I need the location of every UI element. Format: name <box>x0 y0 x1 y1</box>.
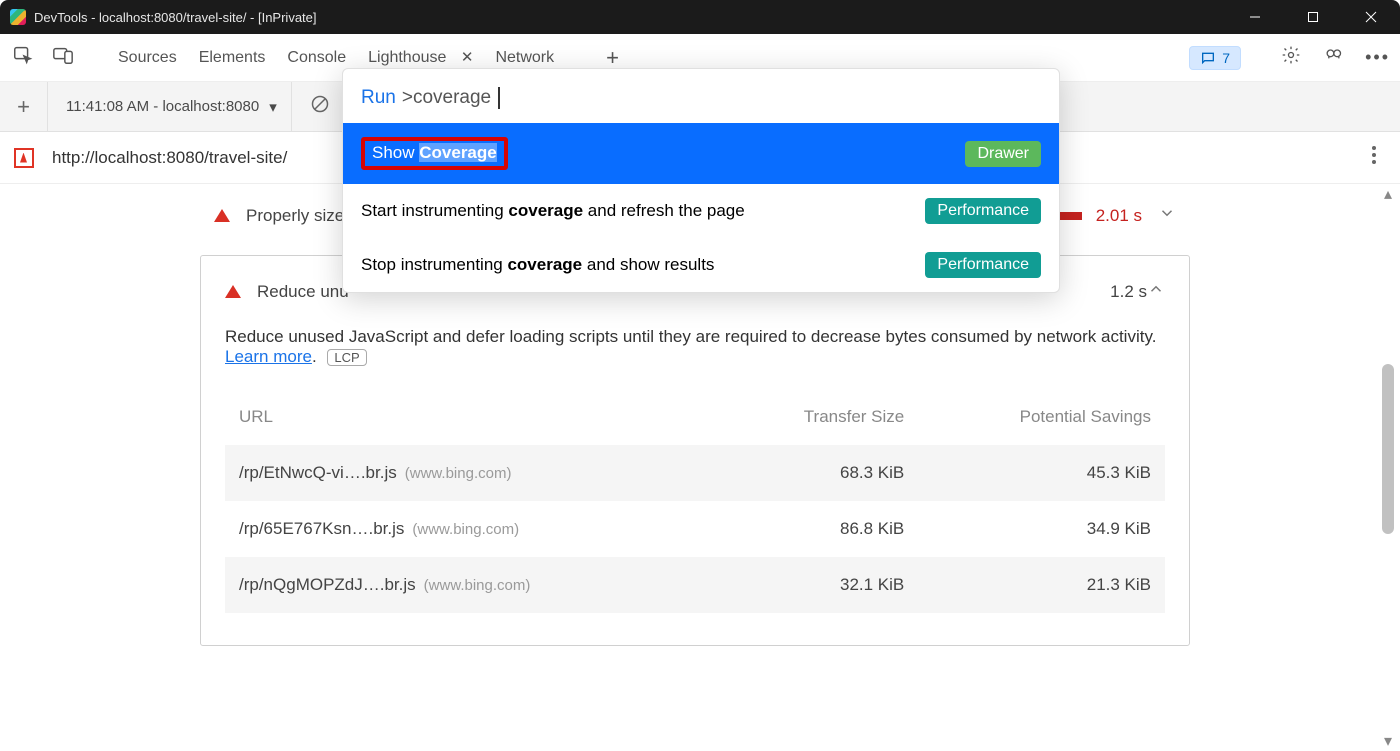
table-row: /rp/EtNwcQ-vi….br.js (www.bing.com) 68.3 … <box>225 445 1165 501</box>
tab-elements[interactable]: Elements <box>197 45 268 71</box>
cell-size: 32.1 KiB <box>719 557 918 613</box>
clear-icon[interactable] <box>310 94 330 119</box>
opt-suffix: and show results <box>582 255 714 274</box>
tab-console[interactable]: Console <box>285 45 348 71</box>
scrollbar[interactable]: ▴ ▾ <box>1380 184 1396 751</box>
opt-highlight: coverage <box>507 255 582 274</box>
audit-description: Reduce unused JavaScript and defer loadi… <box>225 327 1165 367</box>
opt-suffix: and refresh the page <box>583 201 745 220</box>
report-menu-icon[interactable] <box>1370 144 1378 171</box>
fail-triangle-icon <box>214 209 230 222</box>
scroll-thumb[interactable] <box>1382 364 1394 534</box>
report-selector[interactable]: 11:41:08 AM - localhost:8080 ▾ <box>56 82 292 132</box>
audit-value: 2.01 s <box>1096 206 1142 226</box>
issues-badge[interactable]: 7 <box>1189 46 1241 70</box>
more-icon[interactable]: ••• <box>1365 47 1390 68</box>
audit-reduce-js: Reduce unu 1.2 s Reduce unused JavaScrip… <box>200 255 1190 646</box>
performance-badge: Performance <box>925 198 1041 224</box>
drawer-badge: Drawer <box>965 141 1041 167</box>
devtools-app-icon <box>10 9 26 25</box>
highlight-box: Show Coverage <box>361 137 508 170</box>
learn-more-link[interactable]: Learn more <box>225 347 312 366</box>
feedback-icon[interactable] <box>1323 45 1343 70</box>
cell-host: (www.bing.com) <box>424 577 531 594</box>
tab-lighthouse[interactable]: Lighthouse ✕ <box>366 44 475 71</box>
unused-js-table: URL Transfer Size Potential Savings /rp/… <box>225 389 1165 613</box>
command-text: >coverage <box>402 87 491 109</box>
command-menu: Run >coverage Show Coverage Drawer Start… <box>342 68 1060 293</box>
table-row: /rp/nQgMOPZdJ….br.js (www.bing.com) 32.1 … <box>225 557 1165 613</box>
cell-host: (www.bing.com) <box>412 521 519 538</box>
lcp-tag: LCP <box>327 349 366 366</box>
fail-triangle-icon <box>225 285 241 298</box>
tab-network[interactable]: Network <box>493 45 556 71</box>
table-row: /rp/65E767Ksn….br.js (www.bing.com) 86.8 … <box>225 501 1165 557</box>
th-size: Transfer Size <box>719 389 918 445</box>
opt-prefix: Start instrumenting <box>361 201 508 220</box>
report-time: 11:41:08 AM - localhost:8080 <box>66 98 259 115</box>
cell-url: /rp/EtNwcQ-vi….br.js <box>239 463 397 482</box>
scroll-up-icon[interactable]: ▴ <box>1380 186 1396 202</box>
cmd-option-start-coverage[interactable]: Start instrumenting coverage and refresh… <box>343 184 1059 238</box>
cell-savings: 45.3 KiB <box>918 445 1165 501</box>
th-url: URL <box>225 389 719 445</box>
cell-savings: 21.3 KiB <box>918 557 1165 613</box>
audit-title: Properly size <box>246 206 344 226</box>
th-savings: Potential Savings <box>918 389 1165 445</box>
cell-size: 86.8 KiB <box>719 501 918 557</box>
add-tab-icon[interactable]: + <box>606 45 619 71</box>
cell-url: /rp/65E767Ksn….br.js <box>239 519 404 538</box>
run-label: Run <box>361 87 396 109</box>
window-titlebar: DevTools - localhost:8080/travel-site/ -… <box>0 0 1400 34</box>
tab-sources[interactable]: Sources <box>116 45 179 71</box>
cell-url: /rp/nQgMOPZdJ….br.js <box>239 575 416 594</box>
cmd-option-stop-coverage[interactable]: Stop instrumenting coverage and show res… <box>343 238 1059 292</box>
chevron-up-icon[interactable] <box>1147 280 1165 303</box>
lighthouse-icon <box>14 148 34 168</box>
opt-highlight: Coverage <box>419 143 496 162</box>
performance-badge: Performance <box>925 252 1041 278</box>
scroll-down-icon[interactable]: ▾ <box>1380 733 1396 749</box>
window-maximize[interactable] <box>1284 0 1342 34</box>
close-icon[interactable]: ✕ <box>461 48 474 66</box>
chevron-down-icon: ▾ <box>269 98 277 116</box>
inspect-element-icon[interactable] <box>12 44 34 71</box>
cmd-option-show-coverage[interactable]: Show Coverage Drawer <box>343 123 1059 184</box>
window-close[interactable] <box>1342 0 1400 34</box>
device-toolbar-icon[interactable] <box>52 44 74 71</box>
cell-size: 68.3 KiB <box>719 445 918 501</box>
text-cursor <box>498 87 500 109</box>
chevron-down-icon[interactable] <box>1158 204 1176 227</box>
audit-description-text: Reduce unused JavaScript and defer loadi… <box>225 327 1156 346</box>
cell-host: (www.bing.com) <box>405 465 512 482</box>
issues-count: 7 <box>1222 50 1230 66</box>
new-report-icon[interactable]: + <box>0 82 48 132</box>
command-input[interactable]: Run >coverage <box>343 69 1059 123</box>
audit-title: Reduce unu <box>257 282 349 302</box>
opt-highlight: coverage <box>508 201 583 220</box>
tab-lighthouse-label: Lighthouse <box>368 49 446 66</box>
cell-savings: 34.9 KiB <box>918 501 1165 557</box>
opt-prefix: Stop instrumenting <box>361 255 507 274</box>
opt-prefix: Show <box>372 143 419 162</box>
window-title: DevTools - localhost:8080/travel-site/ -… <box>34 10 1226 25</box>
gear-icon[interactable] <box>1281 45 1301 70</box>
audit-value: 1.2 s <box>1110 282 1147 302</box>
window-minimize[interactable] <box>1226 0 1284 34</box>
